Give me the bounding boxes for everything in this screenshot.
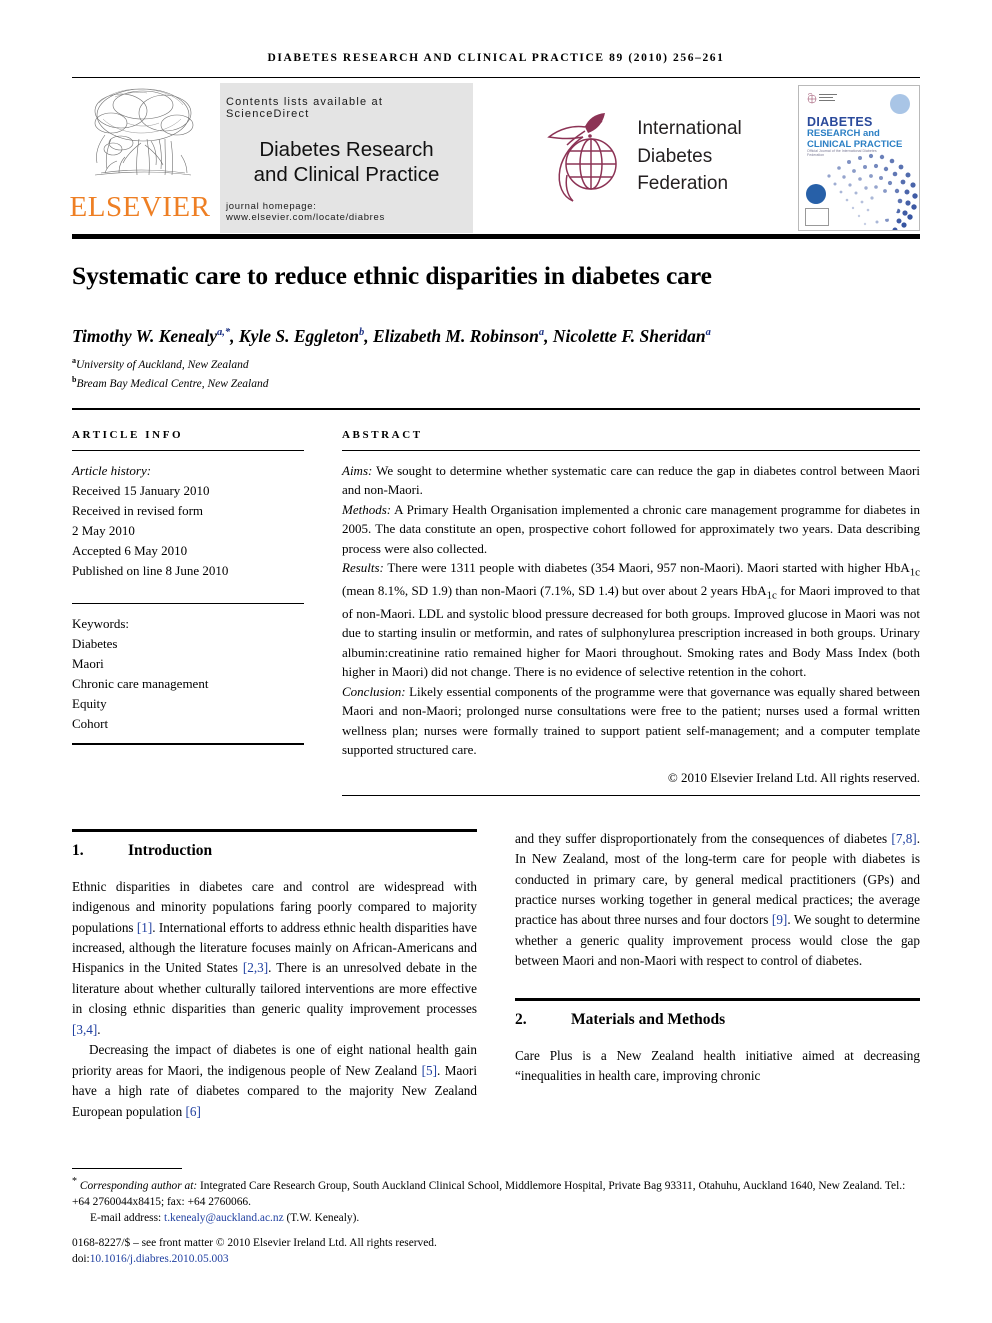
article-info-column: Article info Article history: Received 1… <box>72 429 304 796</box>
history-item: Accepted 6 May 2010 <box>72 542 188 558</box>
cover-circle-decoration <box>890 94 910 114</box>
info-abstract-region: Article info Article history: Received 1… <box>72 410 920 796</box>
idf-wordmark: International Diabetes Federation <box>637 115 742 198</box>
doi-link[interactable]: 10.1016/j.diabres.2010.05.003 <box>90 1253 229 1265</box>
corresponding-author-note: * Corresponding author at: Integrated Ca… <box>72 1175 906 1208</box>
article-info-bottom-rule <box>72 742 304 745</box>
keywords-rule <box>72 602 304 604</box>
abstract-copyright: © 2010 Elsevier Ireland Ltd. All rights … <box>667 769 920 785</box>
cover-barcode <box>805 208 829 226</box>
methods-section-rule <box>515 997 920 1001</box>
keywords-block: Keywords: Diabetes Maori Chronic care ma… <box>72 614 304 734</box>
journal-title-line1: Diabetes Research <box>259 137 434 161</box>
article-history-label: Article history: <box>72 462 152 478</box>
doi-line: doi:10.1016/j.diabres.2010.05.003 <box>72 1253 229 1266</box>
history-item: Received in revised form <box>72 502 204 518</box>
abstract-label: Abstract <box>342 428 423 441</box>
abstract-results: Results: There were 1311 people with dia… <box>342 560 920 680</box>
affiliation-a: aUniversity of Auckland, New Zealand <box>72 356 249 372</box>
author-list: Timothy W. Kenealya,*, Kyle S. Eggletonb… <box>72 325 711 346</box>
intro-title: Introduction <box>128 841 213 859</box>
author-affil-marker: b <box>358 326 365 338</box>
abstract-methods: Methods: A Primary Health Organisation i… <box>342 501 920 556</box>
author-affil-marker: a <box>538 326 545 338</box>
page-title: Systematic care to reduce ethnic dispari… <box>72 261 712 290</box>
idf-line1: International <box>637 118 742 140</box>
elsevier-wordmark: ELSEVIER <box>69 191 211 223</box>
idf-hummingbird-globe-icon <box>547 112 617 202</box>
citation-link[interactable]: [3,4] <box>72 1022 97 1037</box>
journal-cover-block: DIABETES RESEARCH and CLINICAL PRACTICE … <box>792 83 920 231</box>
cover-dot-pattern <box>827 153 918 230</box>
intro-paragraph-2-cont: and they suffer disproportionately from … <box>515 830 920 969</box>
footnote-star-marker: * <box>72 1175 77 1187</box>
methods-paragraph-1: Care Plus is a New Zealand health initia… <box>515 1047 920 1084</box>
keyword-item: Chronic care management <box>72 675 209 691</box>
contents-available-text: Contents lists available at ScienceDirec… <box>226 96 384 120</box>
cover-anniversary-badge <box>806 184 826 204</box>
methods-heading: 2. Materials and Methods <box>515 1011 920 1029</box>
methods-title: Materials and Methods <box>571 1010 726 1028</box>
affiliation-b: bBream Bay Medical Centre, New Zealand <box>72 375 269 391</box>
keywords-label: Keywords: <box>72 615 130 631</box>
history-item: 2 May 2010 <box>72 522 135 538</box>
author-affil-marker: a <box>705 326 711 338</box>
article-info-label: Article info <box>72 428 184 441</box>
sciencedirect-box: Contents lists available at ScienceDirec… <box>220 83 473 233</box>
elsevier-tree-icon <box>94 88 194 176</box>
keyword-item: Cohort <box>72 715 109 731</box>
abstract-conclusion: Conclusion: Likely essential components … <box>342 683 920 758</box>
article-info-rule <box>72 449 304 451</box>
affiliations: aUniversity of Auckland, New Zealand bBr… <box>72 355 920 393</box>
citation-link[interactable]: [2,3] <box>243 960 268 975</box>
history-item: Published on line 8 June 2010 <box>72 562 229 578</box>
article-history: Article history: Received 15 January 201… <box>72 461 304 581</box>
citation-link[interactable]: [9] <box>772 912 787 927</box>
methods-number: 2. <box>515 1010 527 1028</box>
citation-link[interactable]: [7,8] <box>891 831 916 846</box>
keyword-item: Diabetes <box>72 635 118 651</box>
issn-line: 0168-8227/$ – see front matter © 2010 El… <box>72 1236 437 1249</box>
footnote-region: * Corresponding author at: Integrated Ca… <box>72 1167 920 1268</box>
abstract-body: Aims: We sought to determine whether sys… <box>342 461 920 760</box>
body-column-left: 1. Introduction Ethnic disparities in di… <box>72 828 477 1122</box>
intro-paragraph-1: Ethnic disparities in diabetes care and … <box>72 878 477 1037</box>
body-region: 1. Introduction Ethnic disparities in di… <box>72 796 920 1122</box>
abstract-bottom-rule <box>342 794 920 796</box>
author-affil-marker: a,* <box>217 326 231 338</box>
history-item: Received 15 January 2010 <box>72 482 210 498</box>
keyword-item: Maori <box>72 655 104 671</box>
idf-logo: International Diabetes Federation <box>473 83 792 230</box>
keyword-item: Equity <box>72 695 107 711</box>
cover-idf-icon <box>807 93 837 104</box>
citation-link[interactable]: [1] <box>137 920 152 935</box>
abstract-aims: Aims: We sought to determine whether sys… <box>342 462 920 498</box>
intro-paragraph-2: Decreasing the impact of diabetes is one… <box>72 1042 477 1119</box>
journal-homepage-link[interactable]: journal homepage: www.elsevier.com/locat… <box>226 201 467 223</box>
intro-heading: 1. Introduction <box>72 842 477 860</box>
footnote-rule <box>72 1167 182 1169</box>
abstract-column: Abstract Aims: We sought to determine wh… <box>342 429 920 796</box>
journal-cover-thumbnail: DIABETES RESEARCH and CLINICAL PRACTICE … <box>798 85 920 231</box>
journal-title: Diabetes Research and Clinical Practice <box>254 137 440 187</box>
idf-line3: Federation <box>637 173 729 195</box>
corresponding-author-label: Corresponding author at: <box>79 1179 198 1192</box>
journal-masthead: ELSEVIER Contents lists available at Sci… <box>69 78 920 233</box>
citation-link[interactable]: [6] <box>186 1104 201 1119</box>
title-block: Systematic care to reduce ethnic dispari… <box>72 239 920 394</box>
elsevier-logo: ELSEVIER <box>69 83 211 230</box>
body-column-right: and they suffer disproportionately from … <box>515 829 920 1122</box>
intro-number: 1. <box>72 841 84 859</box>
article-page: Diabetes research and clinical practice … <box>0 0 992 1323</box>
citation-link[interactable]: [5] <box>422 1063 437 1078</box>
email-label: E-mail address: <box>90 1212 162 1225</box>
cover-title: DIABETES <box>807 115 873 129</box>
journal-title-line2: and Clinical Practice <box>253 162 440 186</box>
idf-line2: Diabetes <box>637 145 713 167</box>
email-note: E-mail address: t.kenealy@auckland.ac.nz… <box>90 1212 360 1225</box>
running-head: Diabetes research and clinical practice … <box>267 52 725 64</box>
intro-section-rule <box>72 828 477 832</box>
email-link[interactable]: t.kenealy@auckland.ac.nz <box>164 1212 284 1224</box>
abstract-rule <box>342 449 920 451</box>
